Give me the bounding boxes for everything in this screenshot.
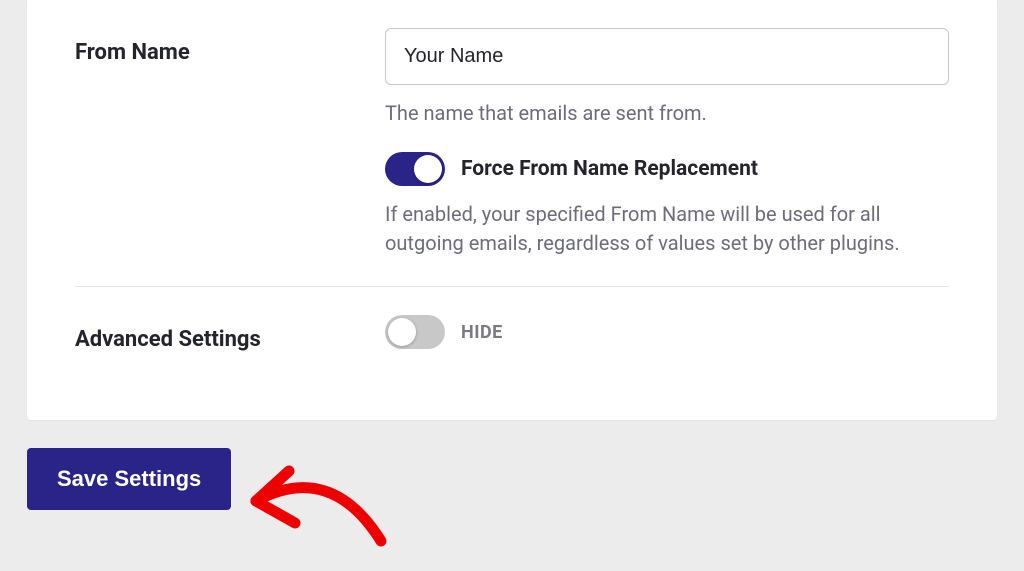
advanced-toggle-line: HIDE (385, 315, 949, 349)
force-block: Force From Name Replacement If enabled, … (385, 152, 949, 258)
advanced-content: HIDE (385, 315, 949, 349)
advanced-toggle[interactable] (385, 315, 445, 349)
force-toggle-label: Force From Name Replacement (461, 157, 758, 181)
advanced-row: Advanced Settings HIDE (75, 286, 949, 380)
from-name-helper: The name that emails are sent from. (385, 99, 949, 128)
annotation-arrow-icon (241, 451, 401, 571)
advanced-state-label: HIDE (461, 322, 503, 343)
force-helper: If enabled, your specified From Name wil… (385, 200, 949, 258)
toggle-knob-icon (388, 318, 416, 346)
toggle-knob-icon (414, 155, 442, 183)
from-name-content: The name that emails are sent from. Forc… (385, 28, 949, 258)
from-name-row: From Name The name that emails are sent … (75, 0, 949, 286)
from-name-label: From Name (75, 28, 365, 65)
from-name-input[interactable] (385, 28, 949, 85)
advanced-label: Advanced Settings (75, 315, 365, 352)
settings-panel: From Name The name that emails are sent … (27, 0, 997, 420)
force-toggle-line: Force From Name Replacement (385, 152, 949, 186)
force-from-name-toggle[interactable] (385, 152, 445, 186)
save-settings-button[interactable]: Save Settings (27, 448, 231, 510)
